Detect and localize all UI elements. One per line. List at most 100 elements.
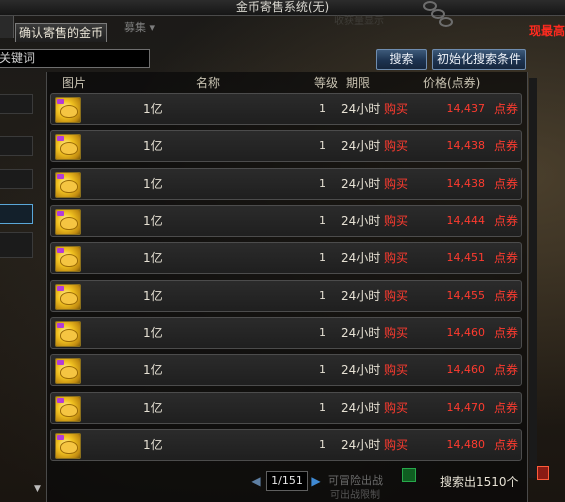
table-row[interactable]: 1亿 1 24小时 购买 14,438 点券	[50, 168, 522, 200]
item-level: 1	[319, 289, 326, 302]
recruit-dropdown-label: 募集 ▾	[124, 21, 156, 34]
item-price: 14,455	[446, 289, 486, 302]
item-name: 1亿	[143, 401, 163, 415]
item-name: 1亿	[143, 326, 163, 340]
item-price: 14,438	[446, 177, 486, 190]
table-header: 图片 名称 等级 期限 价格(点券)	[50, 74, 524, 92]
sidebar-item[interactable]	[0, 232, 33, 258]
column-name: 名称	[196, 76, 221, 90]
sidebar-item[interactable]	[0, 94, 33, 114]
item-price: 14,444	[446, 214, 486, 227]
price-unit: 点券	[493, 438, 518, 452]
search-input[interactable]: 关键词	[0, 49, 150, 68]
price-unit: 点券	[493, 326, 518, 340]
table-row[interactable]: 1亿 1 24小时 购买 14,451 点券	[50, 242, 522, 274]
item-price: 14,460	[446, 363, 486, 376]
item-price: 14,438	[446, 139, 486, 152]
category-sidebar	[0, 74, 34, 502]
window-title: 金币寄售系统(无)	[235, 0, 330, 14]
table-row[interactable]: 1亿 1 24小时 购买 14,444 点券	[50, 205, 522, 237]
result-count: 搜索出1510个	[440, 475, 519, 489]
item-period: 24小时	[341, 289, 381, 303]
faint-bottom-label-2: 可出战限制	[330, 490, 380, 501]
price-unit: 点券	[493, 139, 518, 153]
item-name: 1亿	[143, 289, 163, 303]
buy-button[interactable]: 购买	[384, 355, 408, 385]
item-level: 1	[319, 102, 326, 115]
table-row[interactable]: 1亿 1 24小时 购买 14,480 点券	[50, 429, 522, 461]
gold-pig-icon	[55, 358, 81, 384]
triangle-right-icon[interactable]: ▶	[310, 474, 322, 488]
item-level: 1	[319, 214, 326, 227]
item-period: 24小时	[341, 251, 381, 265]
price-unit: 点券	[493, 289, 518, 303]
item-level: 1	[319, 251, 326, 264]
item-level: 1	[319, 139, 326, 152]
item-level: 1	[319, 326, 326, 339]
item-level: 1	[319, 177, 326, 190]
gold-pig-icon	[55, 396, 81, 422]
sidebar-item[interactable]	[0, 169, 33, 189]
item-level: 1	[319, 438, 326, 451]
item-level: 1	[319, 363, 326, 376]
buy-button[interactable]: 购买	[384, 393, 408, 423]
price-unit: 点券	[493, 401, 518, 415]
price-unit: 点券	[493, 251, 518, 265]
table-row[interactable]: 1亿 1 24小时 购买 14,470 点券	[50, 392, 522, 424]
reset-search-button[interactable]: 初始化搜索条件	[432, 49, 526, 70]
buy-button[interactable]: 购买	[384, 169, 408, 199]
item-period: 24小时	[341, 438, 381, 452]
item-name: 1亿	[143, 363, 163, 377]
item-period: 24小时	[341, 139, 381, 153]
list-scrollbar[interactable]	[529, 78, 537, 478]
item-price: 14,451	[446, 251, 486, 264]
price-unit: 点券	[493, 177, 518, 191]
sidebar-item[interactable]	[0, 136, 33, 156]
item-level: 1	[319, 401, 326, 414]
buy-button[interactable]: 购买	[384, 318, 408, 348]
gold-pig-icon	[55, 209, 81, 235]
item-name: 1亿	[143, 102, 163, 116]
item-period: 24小时	[341, 214, 381, 228]
buy-button[interactable]: 购买	[384, 243, 408, 273]
item-name: 1亿	[143, 177, 163, 191]
buy-button[interactable]: 购买	[384, 206, 408, 236]
corner-notice: 现最高	[528, 24, 565, 38]
column-price: 价格(点券)	[423, 76, 481, 90]
faint-top-label: 收获量显示	[334, 16, 384, 27]
item-price: 14,437	[446, 102, 486, 115]
item-name: 1亿	[143, 214, 163, 228]
red-status-icon	[537, 466, 549, 480]
buy-button[interactable]: 购买	[384, 94, 408, 124]
item-period: 24小时	[341, 363, 381, 377]
buy-button[interactable]: 购买	[384, 281, 408, 311]
gold-pig-icon	[55, 246, 81, 272]
table-row[interactable]: 1亿 1 24小时 购买 14,460 点券	[50, 354, 522, 386]
item-period: 24小时	[341, 177, 381, 191]
item-period: 24小时	[341, 326, 381, 340]
price-unit: 点券	[493, 102, 518, 116]
table-row[interactable]: 1亿 1 24小时 购买 14,455 点券	[50, 280, 522, 312]
gold-pig-icon	[55, 433, 81, 459]
table-row[interactable]: 1亿 1 24小时 购买 14,437 点券	[50, 93, 522, 125]
buy-button[interactable]: 购买	[384, 131, 408, 161]
gold-pig-icon	[55, 134, 81, 160]
tab-confirm-gold[interactable]: 确认寄售的金币	[15, 23, 107, 42]
price-unit: 点券	[493, 363, 518, 377]
left-corner-strip	[0, 16, 14, 38]
sidebar-item-selected[interactable]	[0, 204, 33, 224]
column-level: 等级	[314, 76, 339, 90]
item-price: 14,470	[446, 401, 486, 414]
item-name: 1亿	[143, 438, 163, 452]
column-image: 图片	[62, 76, 87, 90]
buy-button[interactable]: 购买	[384, 430, 408, 460]
triangle-left-icon[interactable]: ◀	[250, 474, 262, 488]
table-row[interactable]: 1亿 1 24小时 购买 14,460 点券	[50, 317, 522, 349]
table-row[interactable]: 1亿 1 24小时 购买 14,438 点券	[50, 130, 522, 162]
item-price: 14,460	[446, 326, 486, 339]
scroll-down-icon[interactable]: ▼	[34, 484, 44, 498]
search-button[interactable]: 搜索	[376, 49, 427, 70]
item-period: 24小时	[341, 401, 381, 415]
gold-pig-icon	[55, 321, 81, 347]
gold-pig-icon	[55, 97, 81, 123]
